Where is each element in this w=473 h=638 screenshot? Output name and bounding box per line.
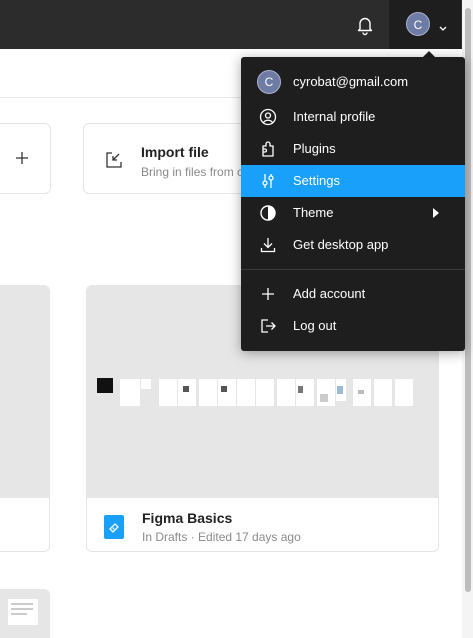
avatar: C	[406, 12, 430, 36]
menu-item-get-desktop-app[interactable]: Get desktop app	[241, 229, 465, 261]
top-bar: C	[0, 0, 473, 49]
menu-item-theme[interactable]: Theme	[241, 197, 465, 229]
bell-icon[interactable]	[355, 14, 375, 36]
plus-icon	[15, 151, 29, 165]
settings-sliders-icon	[259, 172, 277, 190]
account-menu-button[interactable]: C	[389, 0, 461, 49]
import-file-subtitle: Bring in files from o	[141, 165, 244, 179]
menu-item-label: Plugins	[293, 141, 336, 156]
download-icon	[259, 236, 277, 254]
menu-account-email[interactable]: C cyrobat@gmail.com	[241, 65, 465, 99]
theme-contrast-icon	[259, 204, 277, 222]
logout-icon	[259, 317, 277, 335]
file-thumbnail[interactable]	[0, 589, 50, 638]
menu-item-internal-profile[interactable]: Internal profile	[241, 101, 465, 133]
import-file-card[interactable]: Import file Bring in files from o	[83, 123, 263, 194]
menu-item-label: Settings	[293, 173, 340, 188]
import-file-title: Import file	[141, 144, 209, 160]
avatar: C	[257, 70, 281, 94]
scrollbar-thumb[interactable]	[465, 8, 471, 592]
figma-file-icon	[104, 515, 124, 539]
menu-item-settings[interactable]: Settings	[241, 165, 465, 197]
menu-item-add-account[interactable]: Add account	[241, 278, 465, 310]
file-thumbnail	[0, 286, 49, 498]
new-design-file-card[interactable]	[0, 123, 51, 194]
menu-item-plugins[interactable]: Plugins	[241, 133, 465, 165]
submenu-arrow-icon	[433, 208, 439, 218]
account-email: cyrobat@gmail.com	[293, 74, 409, 89]
menu-item-label: Get desktop app	[293, 237, 389, 252]
chevron-down-icon	[438, 20, 448, 31]
plus-icon	[259, 285, 277, 303]
menu-divider	[241, 269, 465, 270]
profile-icon	[259, 108, 277, 126]
menu-item-log-out[interactable]: Log out	[241, 310, 465, 342]
import-icon	[104, 150, 124, 170]
file-card[interactable]	[0, 285, 50, 552]
menu-item-label: Theme	[293, 205, 334, 220]
menu-item-label: Internal profile	[293, 109, 376, 124]
plugin-icon	[259, 140, 277, 158]
menu-item-label: Log out	[293, 318, 337, 333]
menu-item-label: Add account	[293, 286, 366, 301]
account-dropdown-menu: C cyrobat@gmail.com Internal profile Plu…	[241, 57, 465, 351]
file-title: Figma Basics	[142, 510, 233, 526]
file-meta: In Drafts · Edited 17 days ago	[142, 530, 301, 544]
